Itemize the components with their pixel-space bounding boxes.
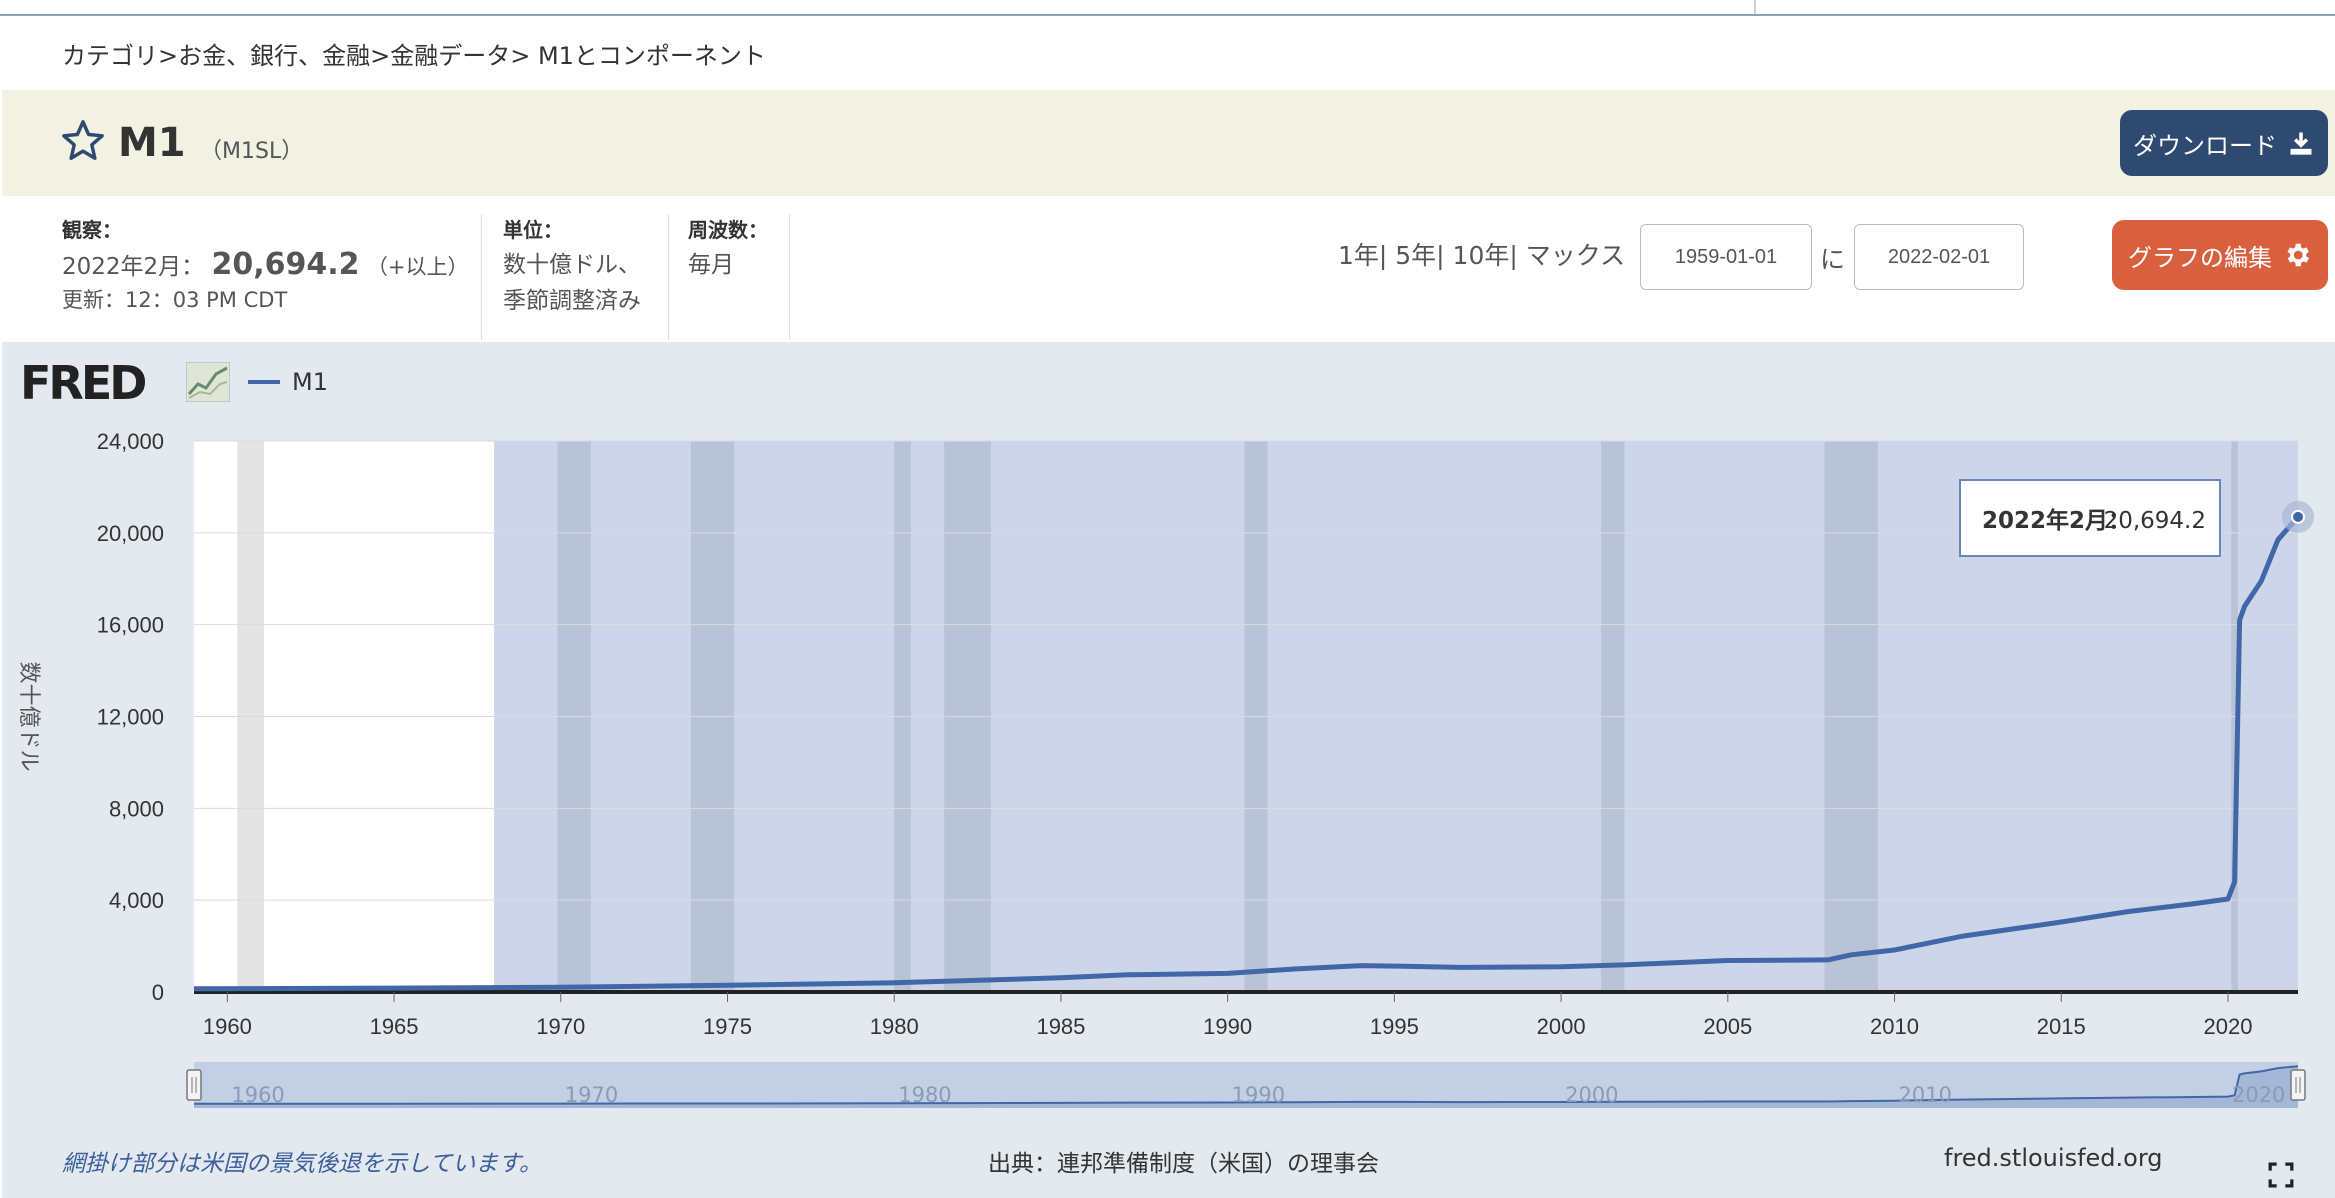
- x-tick-label: 1990: [1203, 1014, 1252, 1039]
- tooltip-value: 20,694.2: [2104, 508, 2206, 534]
- y-tick-label: 20,000: [97, 521, 164, 546]
- navigator-tick-label: 1980: [898, 1083, 951, 1107]
- x-tick-label: 2005: [1703, 1014, 1752, 1039]
- recession-footnote: 網掛け部分は米国の景気後退を示しています。: [62, 1151, 543, 1177]
- source-text: 出典：連邦準備制度（米国）の理事会: [988, 1151, 1379, 1177]
- x-tick-label: 2015: [2037, 1014, 2086, 1039]
- x-tick-label: 1980: [870, 1014, 919, 1039]
- x-tick-label: 1995: [1370, 1014, 1419, 1039]
- x-tick-label: 2000: [1537, 1014, 1586, 1039]
- tooltip-point: [2291, 509, 2305, 524]
- x-tick-label: 1975: [703, 1014, 752, 1039]
- navigator-tick-label: 1990: [1232, 1083, 1285, 1107]
- site-link[interactable]: fred.stlouisfed.org: [1944, 1144, 2163, 1172]
- y-tick-label: 4,000: [109, 888, 164, 913]
- fullscreen-icon[interactable]: [2268, 1162, 2294, 1188]
- y-tick-label: 8,000: [109, 796, 164, 821]
- x-tick-label: 1985: [1036, 1014, 1085, 1039]
- x-tick-label: 1970: [536, 1014, 585, 1039]
- navigator-handle-right[interactable]: [2290, 1069, 2306, 1101]
- navigator-handle-left[interactable]: [186, 1069, 202, 1101]
- x-tick-label: 2020: [2204, 1014, 2253, 1039]
- y-tick-label: 24,000: [97, 429, 164, 454]
- navigator-tick-label: 1960: [231, 1083, 284, 1107]
- x-tick-label: 2010: [1870, 1014, 1919, 1039]
- x-tick-label: 1960: [203, 1014, 252, 1039]
- y-tick-label: 12,000: [97, 705, 164, 730]
- y-tick-label: 16,000: [97, 613, 164, 638]
- m1-chart[interactable]: 0 4,000 8,000 12,000 16,000 20,000 24,000 1960 1…: [0, 0, 2335, 1198]
- navigator-tick-label: 2010: [1899, 1083, 1952, 1107]
- x-tick-label: 1965: [370, 1014, 419, 1039]
- navigator-tick-label: 2020: [2232, 1083, 2285, 1107]
- navigator-tick-label: 1970: [565, 1083, 618, 1107]
- y-axis-label: 数十億ドル: [16, 661, 41, 771]
- navigator-tick-label: 2000: [1565, 1083, 1618, 1107]
- y-tick-label: 0: [152, 980, 164, 1005]
